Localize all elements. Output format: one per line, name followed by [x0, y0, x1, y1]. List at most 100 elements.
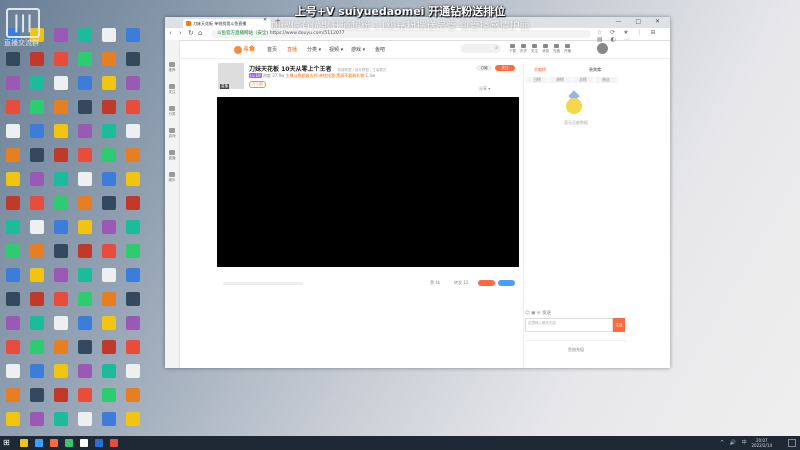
- desktop-app-icon[interactable]: [78, 124, 92, 138]
- desktop-app-icon[interactable]: [6, 76, 20, 90]
- desktop-app-icon[interactable]: [126, 292, 140, 306]
- desktop-app-icon[interactable]: [30, 148, 44, 162]
- desktop-app-icon[interactable]: [6, 124, 20, 138]
- desktop-app-icon[interactable]: [126, 52, 140, 66]
- rank-tab[interactable]: 日榜: [526, 77, 548, 83]
- desktop-app-icon[interactable]: [54, 124, 68, 138]
- desktop-app-icon[interactable]: [78, 412, 92, 426]
- desktop-app-icon[interactable]: [78, 244, 92, 258]
- desktop-app-icon[interactable]: [78, 52, 92, 66]
- desktop-app-icon[interactable]: [6, 268, 20, 282]
- share-count[interactable]: 转发 12: [454, 280, 468, 286]
- desktop-app-icon[interactable]: [30, 316, 44, 330]
- desktop-app-icon[interactable]: [6, 172, 20, 186]
- desktop-app-icon[interactable]: [126, 412, 140, 426]
- gift-area[interactable]: 鱼翅充值: [525, 340, 627, 407]
- desktop-app-icon[interactable]: [30, 52, 44, 66]
- room-tag[interactable]: 万人团: [249, 81, 266, 88]
- desktop-app-icon[interactable]: [54, 76, 68, 90]
- desktop-app-icon[interactable]: [30, 340, 44, 354]
- desktop-app-icon[interactable]: [126, 124, 140, 138]
- sidebar-item[interactable]: 推荐: [167, 62, 177, 73]
- rank-tab[interactable]: 粉丝: [595, 77, 617, 83]
- desktop-app-icon[interactable]: [6, 316, 20, 330]
- desktop-app-icon[interactable]: [126, 388, 140, 402]
- nav-item[interactable]: 首页: [267, 46, 277, 53]
- desktop-app-icon[interactable]: [78, 148, 92, 162]
- desktop-app-icon[interactable]: [6, 196, 20, 210]
- header-icon-button[interactable]: 开播: [562, 44, 573, 54]
- desktop-app-icon[interactable]: [54, 220, 68, 234]
- desktop-app-icon[interactable]: [30, 364, 44, 378]
- recharge-button[interactable]: [478, 280, 495, 286]
- desktop-app-icon[interactable]: [102, 340, 116, 354]
- taskbar-app-icon[interactable]: [110, 439, 118, 447]
- desktop-app-icon[interactable]: [6, 100, 20, 114]
- desktop-app-icon[interactable]: [102, 196, 116, 210]
- nav-item[interactable]: 视频 ▾: [329, 46, 343, 53]
- desktop-app-icon[interactable]: [54, 316, 68, 330]
- search-icon[interactable]: ⌕: [495, 45, 498, 51]
- desktop-app-icon[interactable]: [30, 244, 44, 258]
- desktop-app-icon[interactable]: [102, 244, 116, 258]
- sidebar-item[interactable]: 娱乐: [167, 172, 177, 183]
- desktop-app-icon[interactable]: [54, 268, 68, 282]
- desktop-app-icon[interactable]: [54, 412, 68, 426]
- desktop-app-icon[interactable]: [30, 196, 44, 210]
- desktop-app-icon[interactable]: [126, 340, 140, 354]
- desktop-app-icon[interactable]: [102, 76, 116, 90]
- taskbar-app-icon[interactable]: [20, 439, 28, 447]
- desktop-app-icon[interactable]: [78, 364, 92, 378]
- follow-button[interactable]: 关注: [495, 65, 515, 71]
- subscribe-button[interactable]: 订阅: [476, 65, 492, 71]
- desktop-app-icon[interactable]: [126, 244, 140, 258]
- chat-input[interactable]: 这里输入聊天内容: [525, 318, 613, 332]
- desktop-app-icon[interactable]: [78, 100, 92, 114]
- desktop-app-icon[interactable]: [126, 172, 140, 186]
- desktop-app-icon[interactable]: [30, 76, 44, 90]
- rank-tab[interactable]: 总榜: [572, 77, 594, 83]
- nav-item[interactable]: 鱼吧: [375, 46, 385, 53]
- desktop-app-icon[interactable]: [30, 220, 44, 234]
- desktop-app-icon[interactable]: [54, 388, 68, 402]
- header-icon-button[interactable]: 充值: [551, 44, 562, 54]
- tab-contribution[interactable]: 贡献榜: [534, 67, 546, 73]
- desktop-app-icon[interactable]: [102, 100, 116, 114]
- desktop-app-icon[interactable]: [30, 124, 44, 138]
- desktop-app-icon[interactable]: [6, 412, 20, 426]
- header-icon-button[interactable]: 关注: [529, 44, 540, 54]
- desktop-app-icon[interactable]: [102, 148, 116, 162]
- desktop-app-icon[interactable]: [102, 292, 116, 306]
- desktop-app-icon[interactable]: [102, 268, 116, 282]
- desktop-app-icon[interactable]: [78, 196, 92, 210]
- desktop-app-icon[interactable]: [78, 292, 92, 306]
- desktop-app-icon[interactable]: [126, 196, 140, 210]
- search-input[interactable]: ⌕: [461, 44, 501, 53]
- chat-tools[interactable]: ☺ ▣ ✉ 发送: [525, 310, 627, 318]
- header-icon-button[interactable]: 下载: [507, 44, 518, 54]
- desktop-app-icon[interactable]: [78, 268, 92, 282]
- desktop-app-icon[interactable]: [78, 340, 92, 354]
- rank-tab[interactable]: 周榜: [549, 77, 571, 83]
- desktop-app-icon[interactable]: [54, 244, 68, 258]
- desktop-app-icon[interactable]: [126, 316, 140, 330]
- header-icon-button[interactable]: 消息: [540, 44, 551, 54]
- desktop-app-icon[interactable]: [78, 172, 92, 186]
- desktop-app-icon[interactable]: [6, 52, 20, 66]
- desktop-app-icon[interactable]: [54, 340, 68, 354]
- douyu-logo[interactable]: 斗鱼: [234, 44, 255, 54]
- desktop-app-icon[interactable]: [54, 52, 68, 66]
- share-button[interactable]: 分享 ▾: [479, 86, 490, 92]
- sidebar-item[interactable]: 直播: [167, 150, 177, 161]
- desktop-app-icon[interactable]: [102, 124, 116, 138]
- desktop-app-icon[interactable]: [126, 148, 140, 162]
- desktop-app-icon[interactable]: [6, 244, 20, 258]
- desktop-app-icon[interactable]: [102, 172, 116, 186]
- desktop-app-icon[interactable]: [54, 364, 68, 378]
- notification-icon[interactable]: [788, 439, 796, 447]
- desktop-app-icon[interactable]: [6, 340, 20, 354]
- desktop-app-icon[interactable]: [30, 292, 44, 306]
- desktop-app-icon[interactable]: [54, 172, 68, 186]
- send-button[interactable]: 发送: [613, 318, 625, 332]
- desktop-app-icon[interactable]: [78, 76, 92, 90]
